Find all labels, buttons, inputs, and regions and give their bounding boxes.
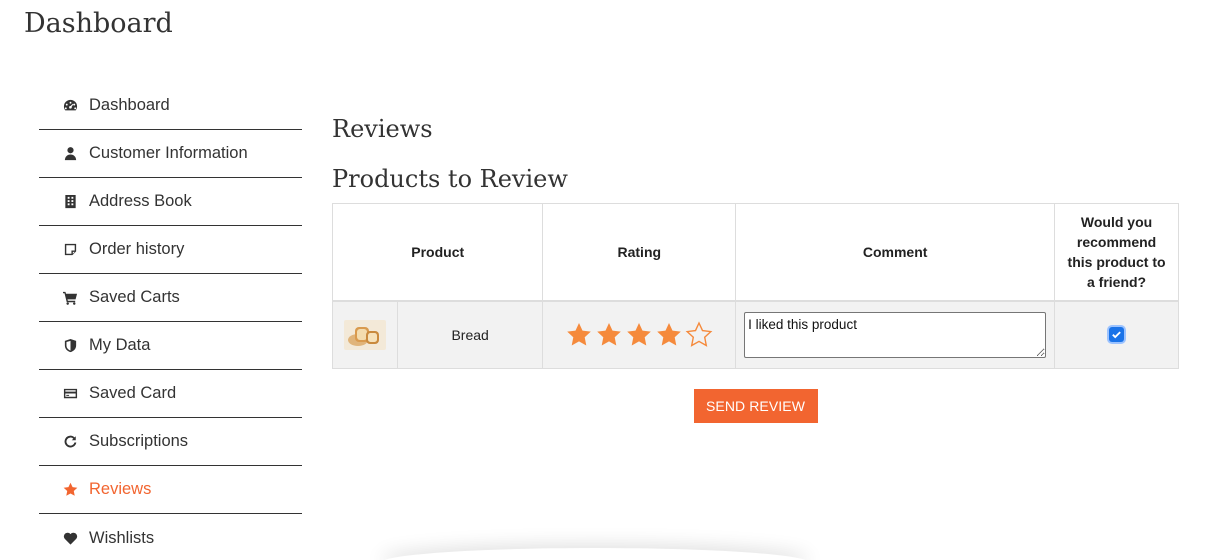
dashboard-gauge-icon [60, 97, 80, 115]
reviews-panel: Reviews Products to Review Product Ratin… [331, 112, 1179, 423]
sidebar-item-saved-carts[interactable]: Saved Carts [39, 274, 302, 322]
star-rating[interactable] [543, 321, 735, 349]
sidebar-item-order-history[interactable]: Order history [39, 226, 302, 274]
sidebar-item-label: Customer Information [89, 144, 248, 162]
sidebar-item-wishlists[interactable]: Wishlists [39, 514, 302, 560]
products-to-review-title: Products to Review [332, 165, 568, 193]
reviews-table: Product Rating Comment Would you recomme… [331, 203, 1179, 369]
bread-thumbnail[interactable] [343, 319, 386, 350]
account-sidebar: Dashboard Customer Information Address B… [39, 82, 302, 560]
page-title: Dashboard [24, 8, 173, 39]
star-filled-icon[interactable] [655, 321, 683, 349]
refresh-icon [60, 433, 80, 451]
note-icon [60, 241, 80, 259]
shield-icon [60, 337, 80, 355]
column-header-recommend: Would you recommend this product to a fr… [1054, 203, 1179, 301]
sidebar-item-label: Wishlists [89, 528, 155, 547]
star-filled-icon[interactable] [625, 321, 653, 349]
star-filled-icon[interactable] [595, 321, 623, 349]
checkmark-icon [1112, 331, 1121, 339]
sidebar-item-dashboard[interactable]: Dashboard [39, 82, 302, 130]
comment-textarea[interactable]: I liked this product [744, 311, 1047, 358]
section-title: Reviews [332, 115, 433, 143]
sidebar-item-label: Order history [89, 240, 185, 258]
star-icon [60, 481, 80, 499]
sidebar-item-subscriptions[interactable]: Subscriptions [39, 418, 302, 466]
user-icon [60, 145, 80, 163]
sidebar-item-label: Subscriptions [89, 432, 189, 450]
heart-icon [60, 529, 80, 547]
recommend-checkbox[interactable] [1109, 327, 1125, 343]
sidebar-item-label: Address Book [89, 192, 192, 210]
address-book-icon [60, 193, 80, 211]
send-review-button[interactable]: SEND REVIEW [693, 389, 818, 423]
sidebar-item-label: My Data [89, 336, 151, 354]
table-header-row: Product Rating Comment Would you recomme… [331, 203, 1179, 301]
column-header-comment: Comment [735, 203, 1056, 301]
credit-card-icon [60, 385, 80, 403]
sidebar-item-reviews[interactable]: Reviews [39, 466, 302, 514]
sidebar-item-label: Dashboard [89, 96, 170, 114]
sidebar-item-customer-information[interactable]: Customer Information [39, 130, 302, 178]
recommend-cell [1054, 300, 1179, 369]
product-thumbnail-cell [332, 300, 398, 369]
column-header-rating: Rating [542, 203, 737, 301]
floating-panel-shadow [380, 548, 810, 560]
comment-cell: I liked this product [735, 300, 1056, 369]
star-empty-icon[interactable] [685, 321, 713, 349]
sidebar-item-address-book[interactable]: Address Book [39, 178, 302, 226]
rating-cell [542, 300, 737, 369]
cart-icon [60, 289, 80, 307]
sidebar-item-label: Reviews [89, 480, 152, 498]
star-filled-icon[interactable] [565, 321, 593, 349]
sidebar-item-my-data[interactable]: My Data [39, 322, 302, 370]
table-row: Bread I liked this product [332, 300, 1179, 369]
sidebar-item-label: Saved Carts [89, 288, 180, 306]
sidebar-item-label: Saved Card [89, 384, 177, 402]
column-header-product: Product [331, 203, 544, 301]
product-name: Bread [396, 300, 544, 369]
sidebar-item-saved-card[interactable]: Saved Card [39, 370, 302, 418]
